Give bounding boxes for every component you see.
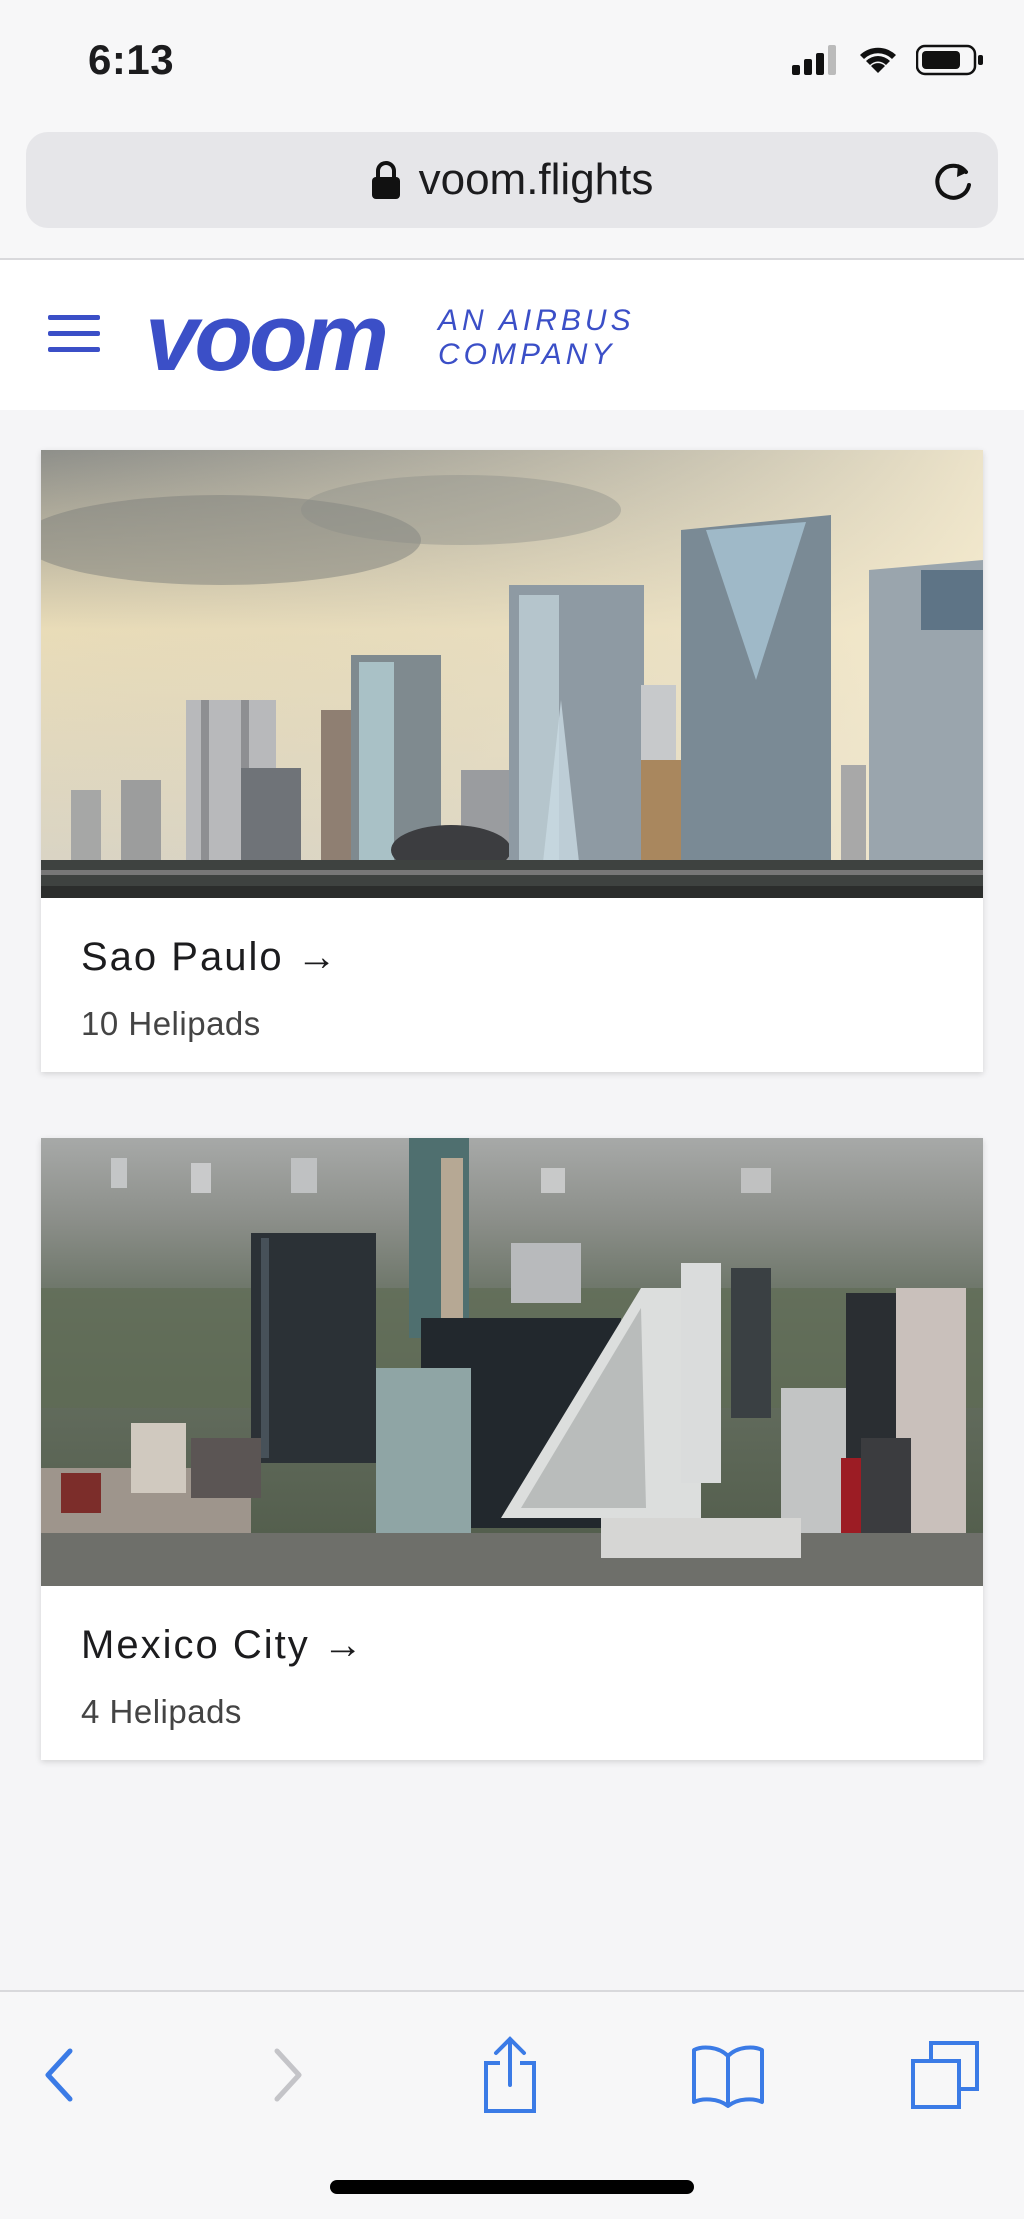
status-bar: 6:13 — [0, 0, 1024, 120]
battery-icon — [916, 44, 983, 76]
url-display[interactable]: voom.flights — [26, 132, 998, 228]
cellular-signal-icon — [792, 45, 836, 75]
city-title[interactable]: Sao Paulo → — [81, 935, 339, 980]
bookmarks-icon — [692, 2045, 764, 2108]
status-icons — [792, 44, 984, 76]
back-icon — [45, 2048, 73, 2102]
arrow-right-icon: → — [322, 1623, 365, 1667]
home-indicator[interactable] — [330, 2180, 694, 2194]
logo-tagline: AN AIRBUS COMPANY — [438, 304, 635, 372]
voom-logo[interactable]: voom — [145, 290, 389, 386]
arrow-right-icon: → — [296, 935, 339, 979]
url-text: voom.flights — [418, 155, 654, 204]
back-button[interactable] — [15, 2030, 105, 2120]
sao-paulo-skyline-image — [41, 450, 983, 898]
mexico-city-skyline-image — [41, 1138, 983, 1586]
reload-icon[interactable] — [930, 158, 976, 204]
tagline-line-2: COMPANY — [438, 338, 616, 371]
tabs-button[interactable] — [900, 2030, 990, 2120]
city-card-mexico-city[interactable]: Mexico City → 4 Helipads — [41, 1138, 983, 1760]
helipad-count: 4 Helipads — [81, 1693, 242, 1730]
city-name: Mexico City — [81, 1623, 310, 1667]
address-bar[interactable]: voom.flights — [26, 132, 998, 228]
lock-icon — [371, 161, 400, 199]
city-title[interactable]: Mexico City → — [81, 1623, 365, 1668]
menu-icon[interactable] — [48, 315, 100, 355]
wifi-icon — [860, 47, 896, 73]
forward-icon — [274, 2048, 302, 2102]
forward-button[interactable] — [242, 2030, 332, 2120]
tagline-line-1: AN AIRBUS — [438, 304, 635, 337]
browser-address-area: voom.flights — [0, 120, 1024, 260]
status-time: 6:13 — [88, 36, 175, 83]
city-name: Sao Paulo — [81, 935, 284, 979]
share-button[interactable] — [465, 2030, 555, 2120]
helipad-count: 10 Helipads — [81, 1005, 261, 1042]
city-card-sao-paulo[interactable]: Sao Paulo → 10 Helipads — [41, 450, 983, 1072]
bookmarks-button[interactable] — [683, 2030, 773, 2120]
tabs-icon — [911, 2041, 979, 2109]
share-icon — [484, 2036, 536, 2113]
site-header: voom AN AIRBUS COMPANY — [0, 260, 1024, 410]
